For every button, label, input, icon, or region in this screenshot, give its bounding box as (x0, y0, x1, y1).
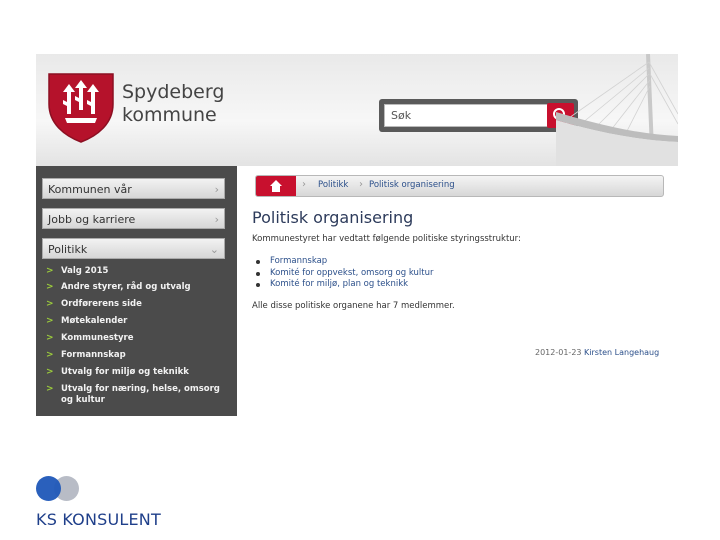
search-box (379, 99, 578, 132)
submenu-item-valg-2015[interactable]: > Valg 2015 (46, 266, 236, 282)
list-item: Formannskap (255, 256, 433, 268)
logo-text: KS KONSULENT (36, 510, 161, 529)
search-input[interactable] (384, 104, 552, 127)
chevron-right-icon: › (214, 183, 219, 196)
arrow-right-icon: > (46, 333, 54, 343)
home-button[interactable] (256, 176, 296, 196)
page-meta: 2012-01-23 Kirsten Langehaug (535, 348, 659, 357)
sidebar-item-label: Politikk (48, 243, 88, 256)
submenu-item-label: Valg 2015 (61, 266, 109, 276)
submenu-item-label: Kommunestyre (61, 333, 134, 343)
site-header: Spydeberg kommune (36, 54, 678, 166)
submenu-item-label: Utvalg for næring, helse, omsorg og kult… (61, 384, 220, 405)
sidebar-item-label: Kommunen vår (48, 183, 132, 196)
intro-text: Kommunestyret har vedtatt følgende polit… (252, 234, 521, 244)
chevron-right-icon: › (214, 213, 219, 226)
home-icon (270, 180, 282, 192)
page-title: Politisk organisering (252, 208, 414, 227)
arrow-right-icon: > (46, 367, 54, 377)
arrow-right-icon: > (46, 384, 54, 394)
list-item: Komité for miljø, plan og teknikk (255, 279, 433, 291)
main-content: › Politikk › Politisk organisering Polit… (237, 166, 678, 416)
submenu-item-ordforerens-side[interactable]: > Ordførerens side (46, 299, 236, 316)
list-item: Komité for oppvekst, omsorg og kultur (255, 268, 433, 280)
submenu-item-motekalender[interactable]: > Møtekalender (46, 316, 236, 333)
sidebar-item-jobb-og-karriere[interactable]: Jobb og karriere › (42, 208, 225, 229)
submenu-item-label: Formannskap (61, 350, 126, 360)
blue-circle-icon (36, 476, 61, 501)
site-name-line2: kommune (122, 104, 217, 126)
sidebar-item-kommunen-var[interactable]: Kommunen vår › (42, 178, 225, 199)
arrow-right-icon: > (46, 350, 54, 360)
sidebar-item-politikk[interactable]: Politikk ⌄ (42, 238, 225, 259)
sidebar-submenu: > Valg 2015 > Andre styrer, råd og utvalg … (46, 266, 236, 406)
breadcrumb-item-politisk-organisering[interactable]: Politisk organisering (369, 180, 455, 190)
sidebar-item-label: Jobb og karriere (48, 213, 136, 226)
arrow-right-icon: > (46, 266, 54, 276)
committee-link[interactable]: Komité for miljø, plan og teknikk (270, 279, 408, 289)
submenu-item-label: Andre styrer, råd og utvalg (61, 282, 191, 292)
published-date: 2012-01-23 (535, 348, 582, 357)
members-note: Alle disse politiske organene har 7 medl… (252, 301, 455, 311)
submenu-item-utvalg-miljo-teknikk[interactable]: > Utvalg for miljø og teknikk (46, 367, 236, 384)
website-screenshot: Spydeberg kommune Søk Kommunen vår › Job… (36, 54, 678, 416)
submenu-item-utvalg-naering[interactable]: > Utvalg for næring, helse, omsorg og kul… (46, 384, 221, 406)
arrow-right-icon: > (46, 316, 54, 326)
submenu-item-label: Møtekalender (61, 316, 128, 326)
committee-link[interactable]: Formannskap (270, 256, 327, 266)
municipality-crest-logo[interactable] (45, 70, 117, 144)
committee-list: Formannskap Komité for oppvekst, omsorg … (255, 256, 433, 291)
submenu-item-label: Ordførerens side (61, 299, 142, 309)
chevron-down-icon: ⌄ (209, 243, 219, 256)
breadcrumb: › Politikk › Politisk organisering (255, 175, 664, 197)
breadcrumb-separator-icon: › (302, 179, 306, 190)
submenu-item-kommunestyre[interactable]: > Kommunestyre (46, 333, 236, 350)
submenu-item-label: Utvalg for miljø og teknikk (61, 367, 189, 377)
submenu-item-formannskap[interactable]: > Formannskap (46, 350, 236, 367)
breadcrumb-item-politikk[interactable]: Politikk (318, 180, 348, 190)
arrow-right-icon: > (46, 299, 54, 309)
site-name[interactable]: Spydeberg kommune (122, 81, 224, 127)
committee-link[interactable]: Komité for oppvekst, omsorg og kultur (270, 268, 433, 278)
author-link[interactable]: Kirsten Langehaug (584, 348, 659, 357)
site-name-line1: Spydeberg (122, 81, 225, 103)
breadcrumb-separator-icon: › (359, 179, 363, 190)
bridge-illustration (556, 54, 678, 166)
submenu-item-andre-styrer[interactable]: > Andre styrer, råd og utvalg (46, 282, 236, 299)
arrow-right-icon: > (46, 282, 54, 292)
